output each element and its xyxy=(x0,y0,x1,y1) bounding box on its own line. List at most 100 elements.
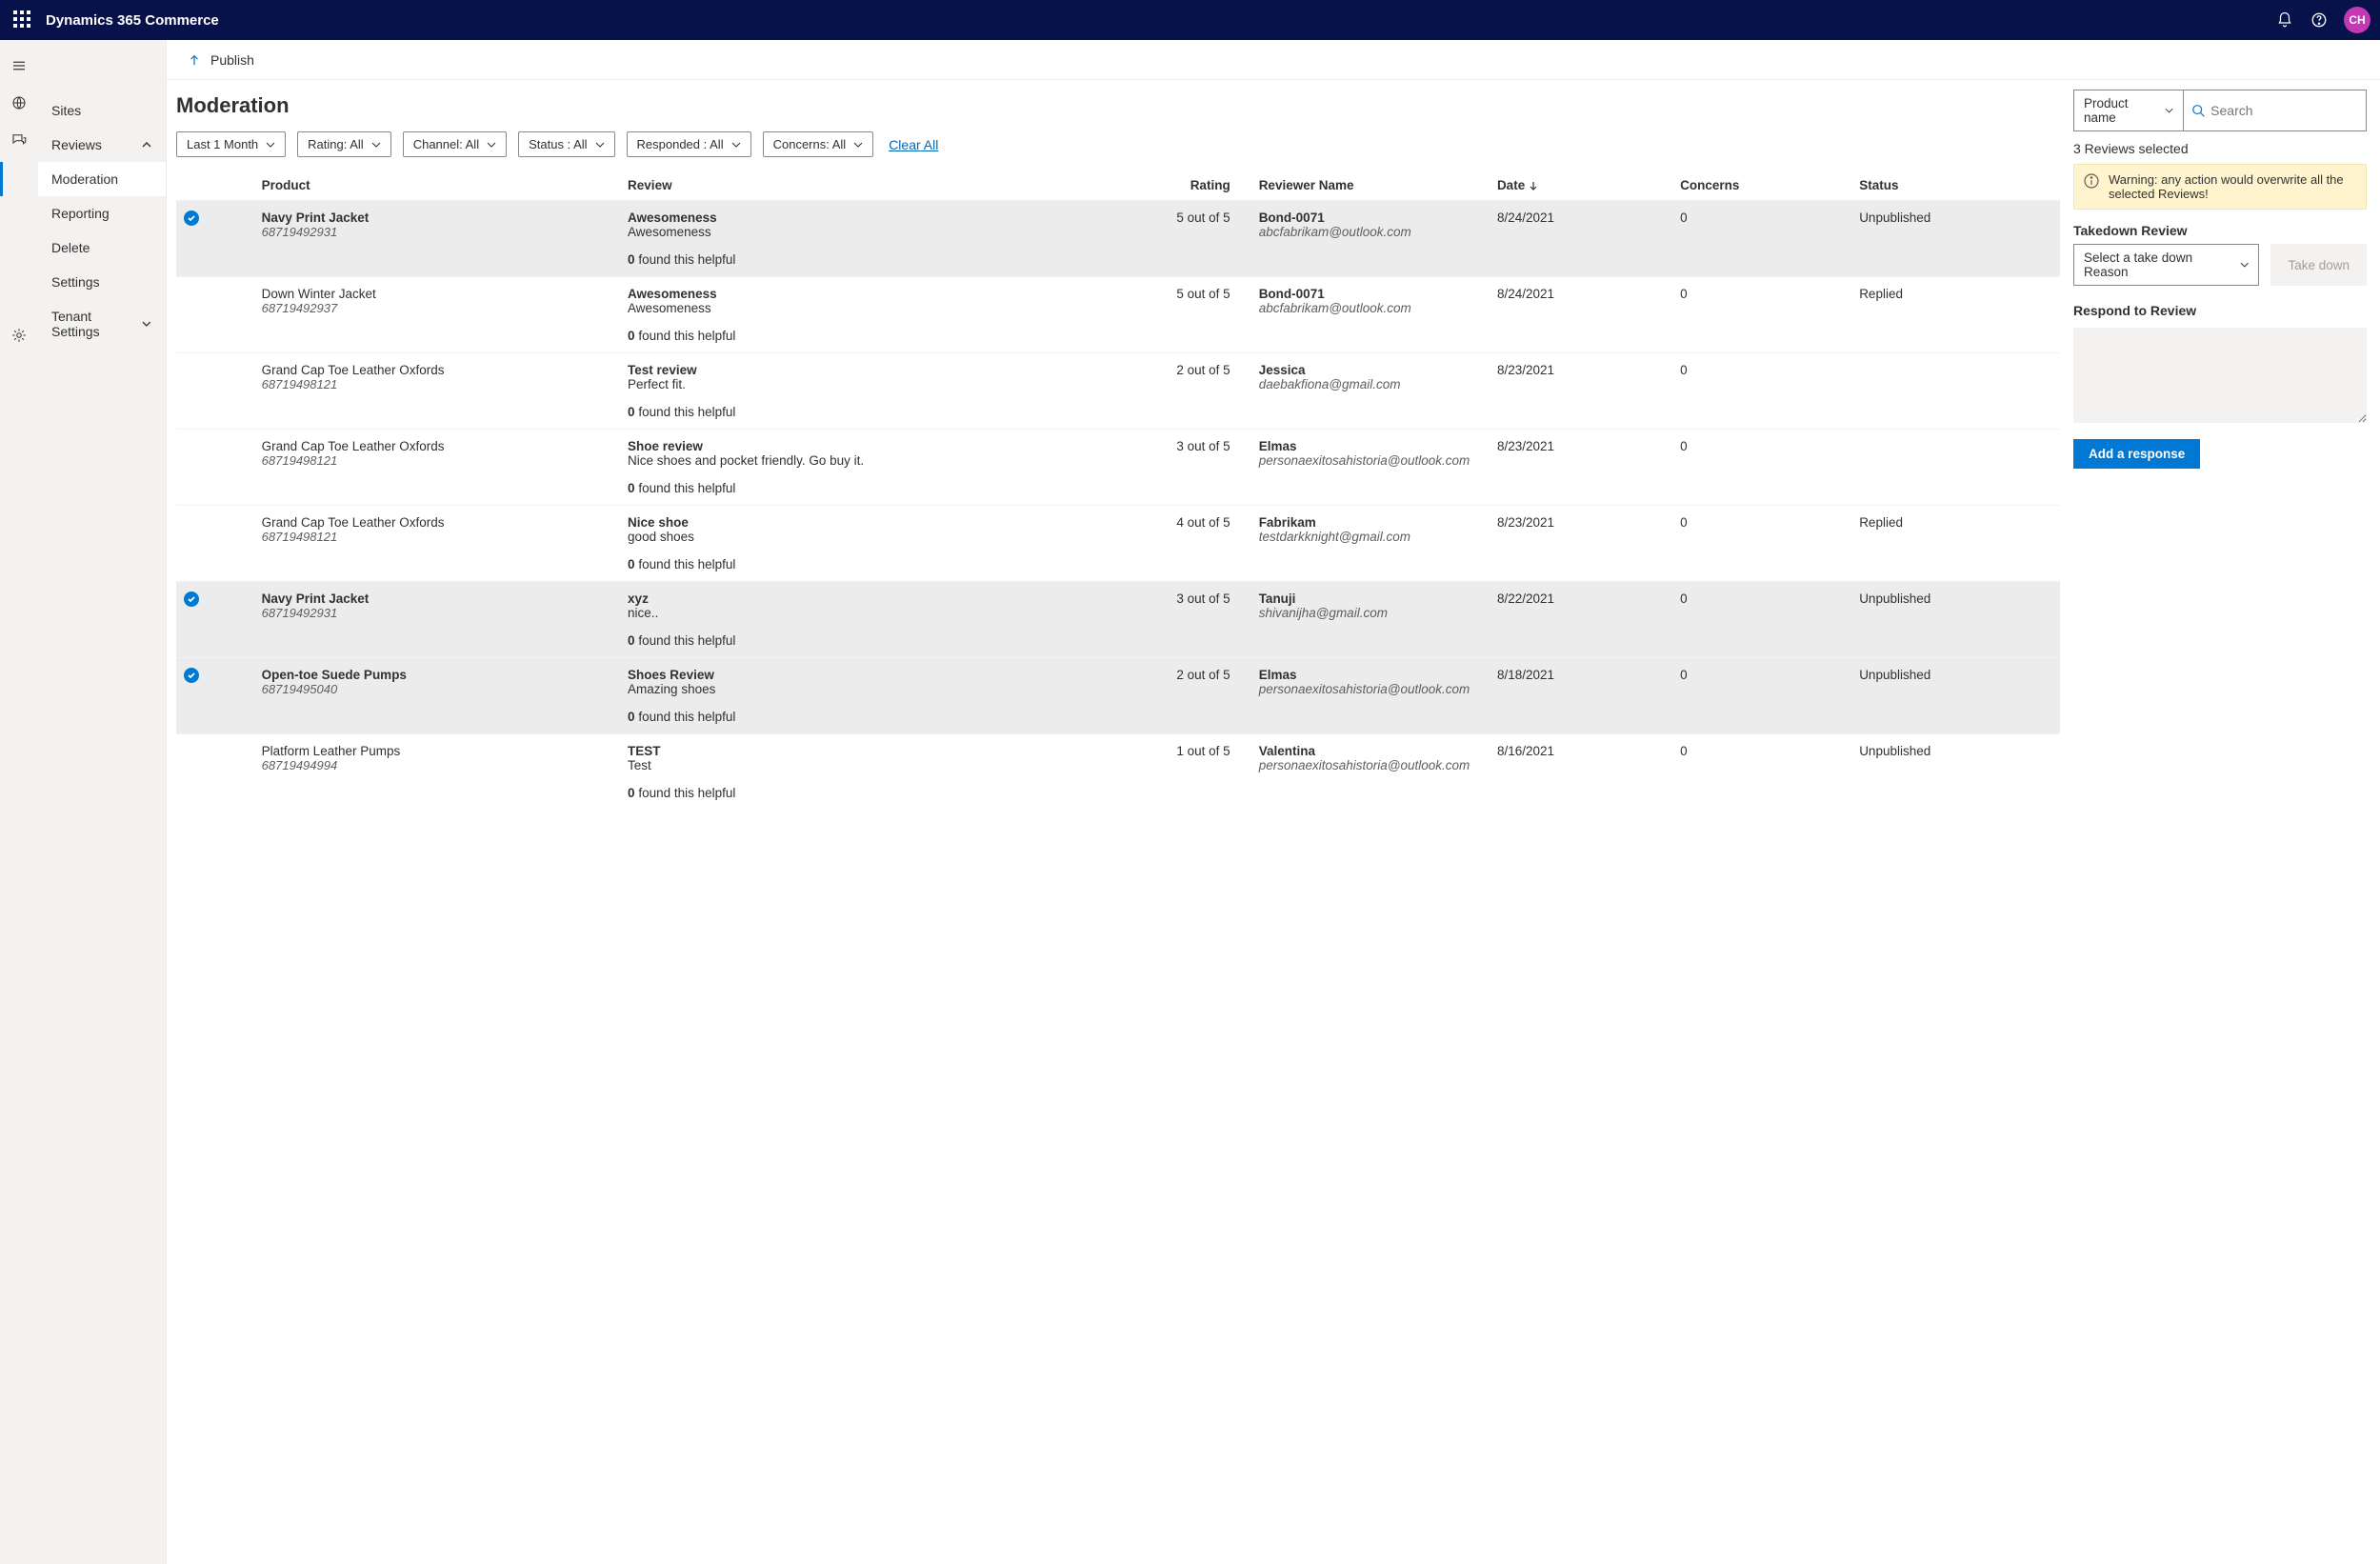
product-sku: 68719492931 xyxy=(262,225,612,239)
filter-rating[interactable]: Rating: All xyxy=(297,131,391,157)
col-date[interactable]: Date xyxy=(1490,170,1672,201)
review-body: nice.. xyxy=(628,606,1047,620)
product-name: Grand Cap Toe Leather Oxfords xyxy=(262,439,612,453)
gear-icon xyxy=(10,327,28,347)
table-row[interactable]: Grand Cap Toe Leather Oxfords68719498121… xyxy=(176,353,2060,430)
topbar: Dynamics 365 Commerce CH xyxy=(0,0,2380,40)
helpful-count: 0 found this helpful xyxy=(628,786,1047,800)
chevron-down-icon xyxy=(141,318,152,330)
review-title: Test review xyxy=(628,363,1047,377)
search-box[interactable] xyxy=(2184,90,2367,131)
col-status[interactable]: Status xyxy=(1851,170,2060,201)
helpful-count: 0 found this helpful xyxy=(628,481,1047,495)
arrow-up-icon xyxy=(188,53,201,67)
status-value xyxy=(1851,430,2060,506)
status-value: Unpublished xyxy=(1851,734,2060,811)
helpful-count: 0 found this helpful xyxy=(628,405,1047,419)
right-pane: Product name 3 Reviews selected Warning:… xyxy=(2060,80,2380,1564)
reviewer-name: Bond-0071 xyxy=(1259,287,1482,301)
rating-value: 5 out of 5 xyxy=(1055,277,1238,353)
search-filter-select[interactable]: Product name xyxy=(2073,90,2184,131)
reviewer-name: Elmas xyxy=(1259,439,1482,453)
nav-sites[interactable]: Sites xyxy=(38,93,166,128)
review-title: Nice shoe xyxy=(628,515,1047,530)
row-checkbox[interactable] xyxy=(184,592,199,607)
help-icon[interactable] xyxy=(2302,3,2336,37)
add-response-button[interactable]: Add a response xyxy=(2073,439,2200,469)
app-launcher-icon[interactable] xyxy=(13,10,32,30)
globe-icon xyxy=(10,94,28,114)
reviewer-email: shivanijha@gmail.com xyxy=(1259,606,1482,620)
review-title: Shoe review xyxy=(628,439,1047,453)
takedown-button[interactable]: Take down xyxy=(2270,244,2367,286)
table-row[interactable]: Open-toe Suede Pumps68719495040 Shoes Rev… xyxy=(176,658,2060,734)
review-body: good shoes xyxy=(628,530,1047,544)
table-row[interactable]: Navy Print Jacket68719492931AwesomenessA… xyxy=(176,201,2060,277)
nav-tenant-settings[interactable]: Tenant Settings xyxy=(38,299,166,349)
review-title: Shoes Review xyxy=(628,668,1047,682)
rating-value: 3 out of 5 xyxy=(1055,582,1238,658)
selected-count: 3 Reviews selected xyxy=(2073,141,2367,156)
review-body: Amazing shoes xyxy=(628,682,1047,696)
publish-bar: Publish xyxy=(167,40,2380,80)
helpful-count: 0 found this helpful xyxy=(628,329,1047,343)
response-textarea[interactable] xyxy=(2073,328,2367,423)
review-date: 8/24/2021 xyxy=(1490,201,1672,277)
nav-settings[interactable]: Settings xyxy=(38,265,166,299)
hamburger-icon[interactable] xyxy=(10,57,28,77)
nav-delete[interactable]: Delete xyxy=(38,231,166,265)
takedown-reason-select[interactable]: Select a take down Reason xyxy=(2073,244,2259,286)
search-input[interactable] xyxy=(2210,103,2358,118)
row-checkbox[interactable] xyxy=(184,668,199,683)
review-title: TEST xyxy=(628,744,1047,758)
nav-reviews-label: Reviews xyxy=(51,137,102,152)
concerns-count: 0 xyxy=(1672,277,1851,353)
table-row[interactable]: Down Winter Jacket68719492937 Awesomeness… xyxy=(176,277,2060,353)
nav-moderation[interactable]: Moderation xyxy=(38,162,166,196)
col-reviewer[interactable]: Reviewer Name xyxy=(1238,170,1490,201)
status-value: Replied xyxy=(1851,277,2060,353)
clear-all-link[interactable]: Clear All xyxy=(889,137,938,152)
chevron-up-icon xyxy=(141,139,152,150)
sort-down-icon xyxy=(1529,181,1538,190)
review-date: 8/24/2021 xyxy=(1490,277,1672,353)
product-name: Down Winter Jacket xyxy=(262,287,612,301)
filter-channel[interactable]: Channel: All xyxy=(403,131,507,157)
filter-responded[interactable]: Responded : All xyxy=(627,131,751,157)
filter-status[interactable]: Status : All xyxy=(518,131,614,157)
col-review[interactable]: Review xyxy=(620,170,1054,201)
product-sku: 68719492937 xyxy=(262,301,612,315)
filter-concerns[interactable]: Concerns: All xyxy=(763,131,874,157)
review-body: Awesomeness xyxy=(628,301,1047,315)
publish-button[interactable]: Publish xyxy=(210,52,254,68)
nav-reporting[interactable]: Reporting xyxy=(38,196,166,231)
concerns-count: 0 xyxy=(1672,506,1851,582)
reviews-table: Product Review Rating Reviewer Name Date… xyxy=(176,170,2060,810)
review-title: Awesomeness xyxy=(628,287,1047,301)
col-concerns[interactable]: Concerns xyxy=(1672,170,1851,201)
review-body: Test xyxy=(628,758,1047,772)
concerns-count: 0 xyxy=(1672,201,1851,277)
reviewer-email: abcfabrikam@outlook.com xyxy=(1259,301,1482,315)
reviewer-email: personaexitosahistoria@outlook.com xyxy=(1259,758,1482,772)
table-row[interactable]: Platform Leather Pumps68719494994TESTTes… xyxy=(176,734,2060,811)
status-value: Unpublished xyxy=(1851,201,2060,277)
row-checkbox[interactable] xyxy=(184,211,199,226)
table-row[interactable]: Grand Cap Toe Leather Oxfords68719498121… xyxy=(176,506,2060,582)
notifications-icon[interactable] xyxy=(2268,3,2302,37)
nav-reviews[interactable]: Reviews xyxy=(38,128,166,162)
table-row[interactable]: Grand Cap Toe Leather Oxfords68719498121… xyxy=(176,430,2060,506)
col-rating[interactable]: Rating xyxy=(1055,170,1238,201)
avatar[interactable]: CH xyxy=(2344,7,2370,33)
product-name: Open-toe Suede Pumps xyxy=(262,668,612,682)
takedown-title: Takedown Review xyxy=(2073,223,2367,238)
col-product[interactable]: Product xyxy=(254,170,620,201)
search-icon xyxy=(2191,103,2205,118)
review-body: Awesomeness xyxy=(628,225,1047,239)
filter-date[interactable]: Last 1 Month xyxy=(176,131,286,157)
concerns-count: 0 xyxy=(1672,353,1851,430)
product-sku: 68719495040 xyxy=(262,682,612,696)
review-title: Awesomeness xyxy=(628,211,1047,225)
status-value: Replied xyxy=(1851,506,2060,582)
table-row[interactable]: Navy Print Jacket68719492931xyznice..0 f… xyxy=(176,582,2060,658)
